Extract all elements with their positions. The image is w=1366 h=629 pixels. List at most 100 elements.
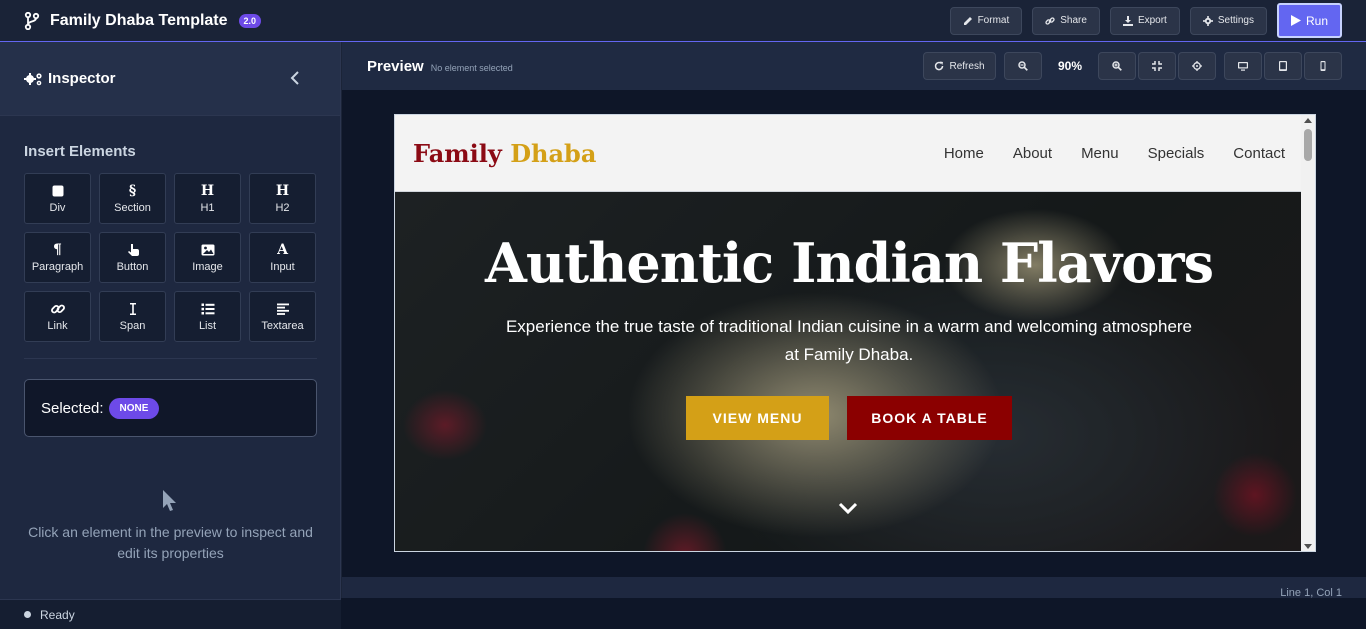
image-icon (201, 242, 215, 258)
code-branch-icon (24, 11, 40, 30)
tile-label: Textarea (261, 320, 304, 332)
app-brand: Family Dhaba Template 2.0 (0, 11, 262, 30)
zoom-out-icon (1018, 61, 1028, 71)
insert-h2-button[interactable]: H H2 (249, 173, 316, 224)
run-button-label: Run (1305, 13, 1328, 28)
square-icon (51, 183, 65, 199)
editor-footer (341, 598, 1366, 629)
export-button[interactable]: Export (1109, 6, 1180, 35)
hand-pointer-icon (126, 242, 140, 258)
format-button-label: Format (977, 15, 1010, 26)
tile-label: H1 (200, 202, 215, 214)
app-title: Family Dhaba Template (50, 11, 228, 29)
paragraph-icon: ¶ (53, 242, 62, 258)
inspector-sidebar: Inspector Insert Elements Div § Section … (0, 42, 341, 629)
desktop-view-button[interactable] (1224, 52, 1262, 80)
nav-link-specials[interactable]: Specials (1148, 145, 1205, 162)
selected-badge: NONE (108, 397, 160, 419)
site-navbar: Family Dhaba Home About Menu Specials Co… (395, 115, 1303, 192)
mouse-pointer-icon (163, 490, 176, 511)
hero-title[interactable]: Authentic Indian Flavors (395, 231, 1303, 295)
refresh-button[interactable]: Refresh (923, 52, 996, 80)
download-icon (1122, 15, 1133, 26)
section-icon: § (128, 183, 137, 199)
tile-label: Section (114, 202, 151, 214)
tile-label: Button (116, 261, 149, 273)
insert-link-button[interactable]: Link (24, 291, 91, 342)
fit-button[interactable] (1138, 52, 1176, 80)
compress-icon (1152, 61, 1162, 71)
nav-link-menu[interactable]: Menu (1081, 145, 1119, 162)
preview-tools: Refresh 90% (923, 52, 1342, 80)
inspector-title: Inspector (48, 70, 116, 87)
scroll-down-arrow[interactable] (1304, 544, 1312, 549)
insert-h1-button[interactable]: H H1 (174, 173, 241, 224)
tile-label: H2 (275, 202, 290, 214)
insert-textarea-button[interactable]: Textarea (249, 291, 316, 342)
chevron-down-icon[interactable] (837, 501, 859, 515)
reset-view-button[interactable] (1178, 52, 1216, 80)
gear-icon (1202, 15, 1213, 26)
zoom-in-icon (1112, 61, 1122, 71)
zoom-out-button[interactable] (1004, 52, 1042, 80)
insert-span-button[interactable]: Span (99, 291, 166, 342)
insert-paragraph-button[interactable]: ¶ Paragraph (24, 232, 91, 283)
insert-section-button[interactable]: § Section (99, 173, 166, 224)
insert-input-button[interactable]: A Input (249, 232, 316, 283)
text-cursor-icon (126, 301, 140, 317)
status-bar: Ready (0, 599, 341, 629)
preview-scrollbar[interactable] (1301, 115, 1315, 551)
insert-elements-grid: Div § Section H H1 H H2 ¶ Paragraph Butt… (24, 173, 316, 342)
heading-icon: H (200, 183, 215, 199)
preview-frame[interactable]: Authentic Indian Flavors Experience the … (394, 114, 1316, 552)
view-menu-button[interactable]: VIEW MENU (686, 396, 829, 440)
hero-subtitle[interactable]: Experience the true taste of traditional… (499, 313, 1199, 369)
tile-label: Input (270, 261, 295, 273)
book-table-button[interactable]: BOOK A TABLE (847, 396, 1012, 440)
insert-image-button[interactable]: Image (174, 232, 241, 283)
scroll-up-arrow[interactable] (1304, 118, 1312, 123)
top-bar: Family Dhaba Template 2.0 Format Share E… (0, 0, 1366, 42)
settings-button[interactable]: Settings (1189, 6, 1267, 35)
status-text: Ready (40, 607, 75, 622)
site-nav-links: Home About Menu Specials Contact (944, 145, 1285, 162)
share-button-label: Share (1060, 15, 1087, 26)
mobile-view-button[interactable] (1304, 52, 1342, 80)
tile-label: Paragraph (31, 261, 84, 273)
top-actions: Format Share Export Settings Run (949, 3, 1342, 38)
insert-list-button[interactable]: List (174, 291, 241, 342)
insert-button-button[interactable]: Button (99, 232, 166, 283)
mobile-icon (1320, 61, 1326, 71)
selected-element-box: Selected: NONE (24, 379, 317, 437)
preview-title: Preview (367, 57, 424, 75)
inspector-hint: Click an element in the preview to inspe… (28, 524, 313, 561)
link-icon (1045, 16, 1055, 25)
zoom-level: 90% (1057, 59, 1083, 73)
preview-subtitle: No element selected (430, 62, 513, 73)
settings-button-label: Settings (1217, 15, 1254, 26)
nav-link-about[interactable]: About (1013, 145, 1052, 162)
link-icon (50, 301, 65, 317)
tile-label: List (198, 320, 217, 332)
divider (24, 358, 317, 359)
logo-part-dhaba: Dhaba (510, 138, 597, 168)
tablet-view-button[interactable] (1264, 52, 1302, 80)
selected-label: Selected: (41, 399, 104, 417)
refresh-button-label: Refresh (949, 60, 985, 72)
tablet-icon (1279, 61, 1287, 71)
run-button[interactable]: Run (1276, 3, 1342, 38)
pencil-icon (963, 16, 972, 25)
site-logo[interactable]: Family Dhaba (413, 139, 596, 168)
list-icon (201, 301, 215, 317)
share-button[interactable]: Share (1032, 6, 1100, 35)
nav-link-home[interactable]: Home (944, 145, 984, 162)
tile-label: Span (119, 320, 146, 332)
format-button[interactable]: Format (949, 6, 1023, 35)
chevron-left-icon[interactable] (288, 70, 302, 86)
nav-link-contact[interactable]: Contact (1233, 145, 1285, 162)
hero-buttons: VIEW MENU BOOK A TABLE (395, 396, 1303, 440)
insert-div-button[interactable]: Div (24, 173, 91, 224)
zoom-in-button[interactable] (1098, 52, 1136, 80)
scroll-thumb[interactable] (1304, 129, 1312, 161)
cogs-icon (24, 72, 42, 85)
